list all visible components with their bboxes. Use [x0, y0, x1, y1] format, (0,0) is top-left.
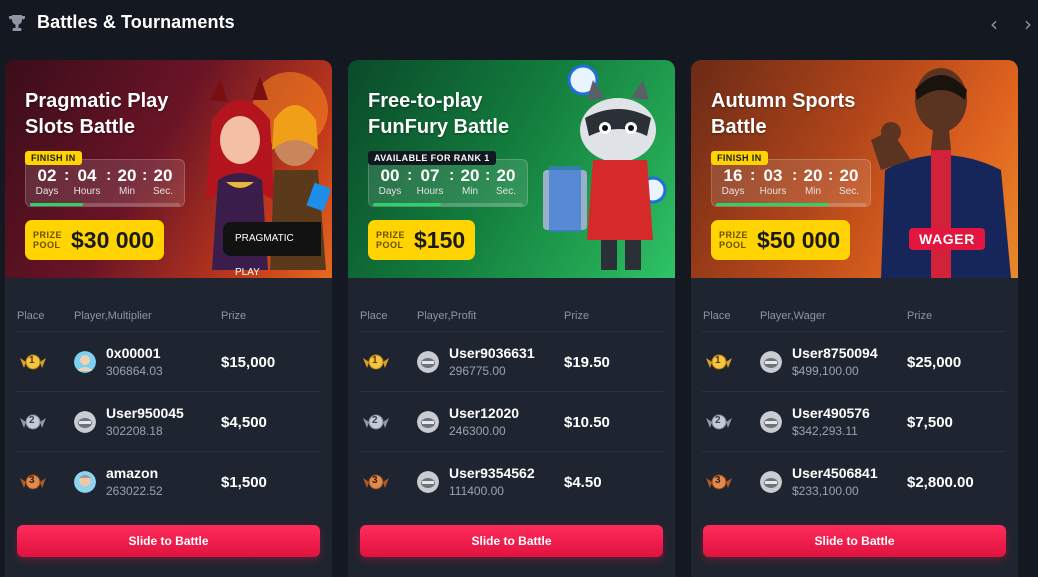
leaderboard-row: 3 User9354562 111400.00 $4.50: [359, 452, 663, 512]
leaderboard-header: Place Player,Profit Prize: [359, 310, 663, 332]
battle-card-funfury[interactable]: Free-to-play FunFury Battle 00 Days : 07 H…: [348, 60, 675, 577]
avatar: [760, 351, 782, 373]
leaderboard-row: 1 0x00001 306864.03 $15,000: [16, 332, 320, 392]
slide-to-battle-button[interactable]: Slide to Battle: [17, 525, 320, 557]
timer-progress-bar: [373, 203, 441, 206]
chevron-right-icon[interactable]: ›: [1024, 14, 1038, 34]
prize-pool-badge: PRIZE POOL $30 000: [25, 220, 165, 260]
leaderboard-header: Place Player,Wager Prize: [702, 310, 1006, 332]
status-pill: FINISH IN: [711, 151, 768, 165]
avatar: [760, 471, 782, 493]
timer-progress-bar: [716, 203, 829, 206]
leaderboard-row: 3 amazon 263022.52 $1,500: [16, 452, 320, 512]
leaderboard-header: Place Player,Multiplier Prize: [16, 310, 320, 332]
leaderboard-row: 2 User12020 246300.00 $10.50: [359, 392, 663, 452]
countdown-timer: 16 Days : 03 Hours : 20 Min : 20 Sec.: [711, 159, 871, 207]
countdown-timer: 02 Days : 04 Hours : 20 Min : 20 Sec.: [25, 159, 185, 207]
avatar: [74, 411, 96, 433]
avatar: [74, 471, 96, 493]
battle-card-autumn-sports[interactable]: Autumn Sports Battle 16 Days : 03 Hours : …: [691, 60, 1018, 577]
leaderboard-row: 1 User8750094 $499,100.00 $25,000: [702, 332, 1006, 392]
battle-banner: Free-to-play FunFury Battle 00 Days : 07 H…: [348, 60, 675, 278]
section-title: Battles & Tournaments: [37, 12, 235, 32]
status-pill: FINISH IN: [25, 151, 82, 165]
leaderboard-row: 2 User950045 302208.18 $4,500: [16, 392, 320, 452]
slide-to-battle-button[interactable]: Slide to Battle: [703, 525, 1006, 557]
battle-banner: Autumn Sports Battle 16 Days : 03 Hours : …: [691, 60, 1018, 278]
leaderboard-row: 3 User4506841 $233,100.00 $2,800.00: [702, 452, 1006, 512]
avatar: [417, 471, 439, 493]
countdown-timer: 00 Days : 07 Hours : 20 Min : 20 Sec.: [368, 159, 528, 207]
section-header: Battles & Tournaments ‹ ›: [0, 0, 1038, 48]
avatar: [417, 351, 439, 373]
avatar: [760, 411, 782, 433]
leaderboard-row: 1 User9036631 296775.00 $19.50: [359, 332, 663, 392]
battle-card-pragmatic[interactable]: Pragmatic Play Slots Battle 02 Days : 04 H…: [5, 60, 332, 577]
battle-title: Autumn Sports Battle: [711, 90, 856, 138]
battle-title: Pragmatic Play Slots Battle: [25, 90, 169, 138]
wager-badge: WAGER: [909, 228, 985, 250]
timer-progress-bar: [30, 203, 83, 206]
prize-pool-badge: PRIZE POOL $50 000: [711, 220, 851, 260]
battle-banner: Pragmatic Play Slots Battle 02 Days : 04 H…: [5, 60, 332, 278]
slide-to-battle-button[interactable]: Slide to Battle: [360, 525, 663, 557]
leaderboard-row: 2 User490576 $342,293.11 $7,500: [702, 392, 1006, 452]
battle-title: Free-to-play FunFury Battle: [368, 90, 510, 138]
prize-pool-badge: PRIZE POOL $150: [368, 220, 476, 260]
provider-logo: PRAGMATIC PLAY: [223, 222, 321, 278]
avatar: [74, 351, 96, 373]
status-pill: AVAILABLE FOR RANK 1: [368, 151, 496, 165]
chevron-left-icon[interactable]: ‹: [990, 14, 1004, 34]
avatar: [417, 411, 439, 433]
trophy-icon: [9, 15, 25, 31]
